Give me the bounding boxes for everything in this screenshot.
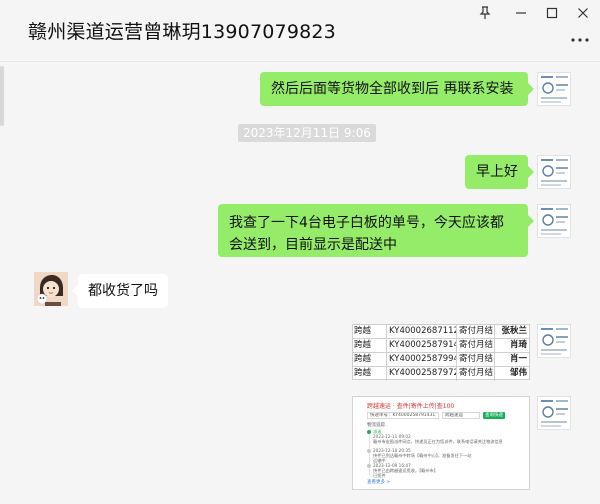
pin-icon[interactable] xyxy=(470,2,500,24)
table-cell: 跨越 xyxy=(353,339,387,352)
carrier-select: 跨越速运 xyxy=(442,412,480,419)
minimize-icon[interactable] xyxy=(506,2,536,24)
bubble-tail xyxy=(528,215,534,227)
table-cell: KY4000258797266 xyxy=(387,367,457,381)
message-text: 都收货了吗 xyxy=(88,283,158,299)
table-cell: 肖琦 xyxy=(509,340,527,350)
table-cell: KY4000258791431 xyxy=(387,339,457,352)
table-cell: 肖一 xyxy=(509,354,527,364)
table-row: 跨越 KY4000258791431 寄付月结 肖琦 xyxy=(353,339,529,353)
table-cell: 跨越 xyxy=(353,367,387,381)
table-cell: 寄付月结 xyxy=(459,325,495,338)
tracking-section-title: 物流追踪 xyxy=(367,423,385,428)
tracking-event: 派送 2023-12-11 09:02 赣州市宏图派件网点，快递员正在为您派件，… xyxy=(367,429,527,444)
table-cell: 寄付月结 xyxy=(459,353,495,366)
table-row: 跨越 KY4000258797266 寄付月结 邹伟 xyxy=(353,367,529,381)
bubble-tail xyxy=(528,166,534,178)
timeline-dot-icon xyxy=(367,464,371,468)
timeline-dot-icon xyxy=(367,449,371,453)
bubble-tail xyxy=(528,83,534,95)
title-bar: 赣州渠道运营曾琳玥13907079823 xyxy=(0,0,600,62)
shipping-table-image[interactable]: 跨越 KY4000268711207 寄付月结 张秋兰 跨越 KY4000258… xyxy=(352,324,530,381)
table-cell: 跨越 xyxy=(353,353,387,366)
tracking-query-bar: 快递单号：KY4000258791431 跨越速运 查询快递 xyxy=(367,411,517,420)
my-message-bubble[interactable]: 我查了一下4台电子白板的单号，今天应该都会送到，目前显示是配送中 xyxy=(218,204,528,257)
table-cell: KY4000268711207 xyxy=(387,325,457,338)
query-button: 查询快递 xyxy=(483,412,505,419)
contact-message-bubble[interactable]: 都收货了吗 xyxy=(78,274,168,308)
scrollbar[interactable] xyxy=(0,66,4,126)
table-cell: 跨越 xyxy=(353,325,387,338)
table-cell: 张秋兰 xyxy=(501,326,527,336)
my-avatar[interactable] xyxy=(537,324,571,358)
table-cell: 寄付月结 xyxy=(459,339,495,352)
tracking-screenshot-image[interactable]: 跨越速运 · 查件|寄件上传|查100 快递单号：KY4000258791431… xyxy=(352,396,530,490)
my-avatar[interactable] xyxy=(537,396,571,430)
table-row: 跨越 KY4000268711207 寄付月结 张秋兰 xyxy=(353,325,529,339)
table-row: 跨越 KY4000258799458 寄付月结 肖一 xyxy=(353,353,529,367)
my-avatar[interactable] xyxy=(537,72,571,106)
chat-title: 赣州渠道运营曾琳玥13907079823 xyxy=(28,21,336,43)
message-text: 早上好 xyxy=(476,164,518,180)
message-text: 我查了一下4台电子白板的单号，今天应该都会送到，目前显示是配送中 xyxy=(229,215,504,253)
close-icon[interactable] xyxy=(568,2,598,24)
my-message-bubble[interactable]: 然后后面等货物全部收到后 再联系安装 xyxy=(260,72,528,106)
my-avatar[interactable] xyxy=(537,204,571,238)
message-text: 然后后面等货物全部收到后 再联系安装 xyxy=(271,81,514,97)
table-cell: KY4000258799458 xyxy=(387,353,457,366)
table-cell: 邹伟 xyxy=(509,368,527,378)
more-icon[interactable] xyxy=(568,30,592,50)
tracking-number-field: 快递单号：KY4000258791431 xyxy=(367,412,439,419)
view-more-link: 查看更多 > xyxy=(367,480,391,485)
contact-avatar[interactable] xyxy=(34,272,68,306)
my-avatar[interactable] xyxy=(537,155,571,189)
tracking-header: 跨越速运 · 查件|寄件上传|查100 xyxy=(367,403,455,410)
timestamp: 2023年12月11日 9:06 xyxy=(238,124,376,142)
tracking-event: 2023-12-09 16:47 快件已由跨越速运揽收，【赣州市】 已揽件 xyxy=(367,463,527,478)
maximize-icon[interactable] xyxy=(537,2,567,24)
my-message-bubble[interactable]: 早上好 xyxy=(465,155,528,189)
table-cell: 寄付月结 xyxy=(457,367,495,381)
tracking-event: 2023-12-10 20:35 快件已到达赣州中转场【赣州中心】，准备发往下一… xyxy=(367,448,527,463)
timeline-dot-icon xyxy=(367,430,371,434)
